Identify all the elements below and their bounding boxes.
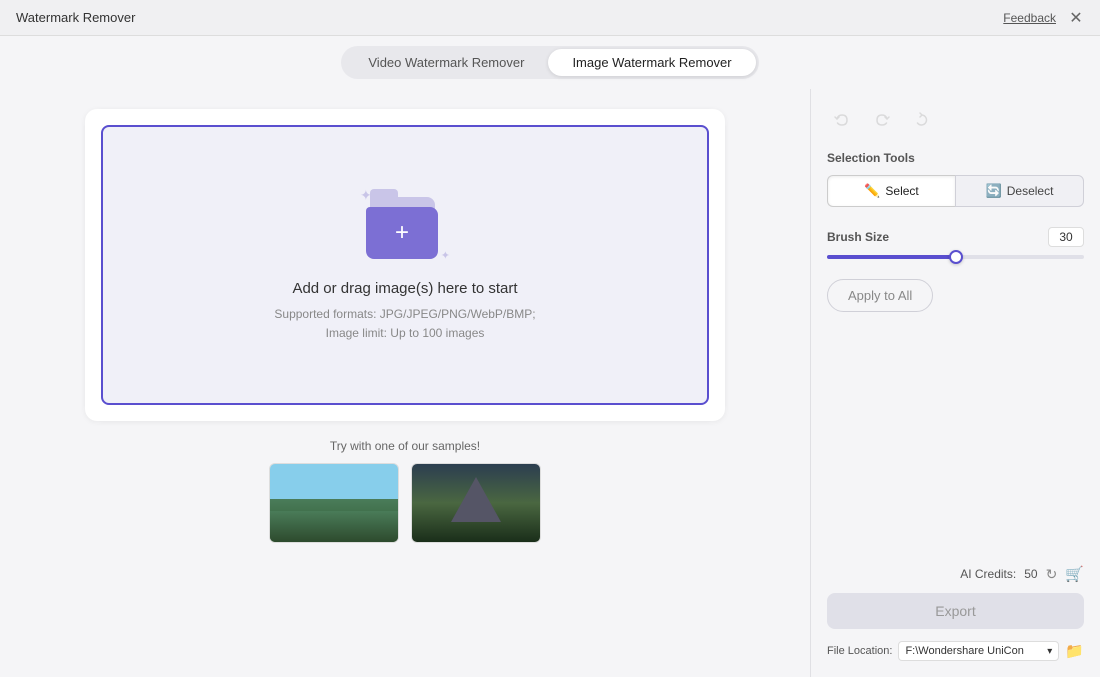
feedback-link[interactable]: Feedback [1003, 11, 1056, 25]
selection-tools-row: ✏️ Select 🔄 Deselect [827, 175, 1084, 207]
main-content: + ✦ ✦ Add or drag image(s) here to start… [0, 89, 1100, 677]
samples-title: Try with one of our samples! [85, 439, 725, 453]
close-button[interactable]: ✕ [1068, 10, 1084, 26]
deselect-button[interactable]: 🔄 Deselect [955, 175, 1084, 207]
left-panel: + ✦ ✦ Add or drag image(s) here to start… [0, 89, 810, 677]
folder-icon: + ✦ ✦ [360, 187, 450, 262]
file-location-path: F:\Wondershare UniCon [905, 645, 1023, 657]
drop-zone-title: Add or drag image(s) here to start [292, 280, 517, 297]
brush-size-value: 30 [1048, 227, 1084, 247]
right-panel: Selection Tools ✏️ Select 🔄 Deselect Bru… [810, 89, 1100, 677]
rotate-button[interactable] [907, 105, 937, 135]
cart-icon[interactable]: 🛒 [1065, 565, 1084, 583]
ai-credits-value: 50 [1024, 567, 1037, 581]
selection-tools-label: Selection Tools [827, 151, 1084, 165]
export-button[interactable]: Export [827, 593, 1084, 629]
drop-zone[interactable]: + ✦ ✦ Add or drag image(s) here to start… [101, 125, 709, 405]
undo-button[interactable] [827, 105, 857, 135]
brush-slider-thumb[interactable] [949, 250, 963, 264]
file-location-select[interactable]: F:\Wondershare UniCon ▾ [898, 641, 1059, 661]
select-button[interactable]: ✏️ Select [827, 175, 955, 207]
toolbar-row [827, 105, 1084, 135]
app-title: Watermark Remover [16, 10, 135, 25]
bottom-section: AI Credits: 50 ↻ 🛒 Export File Location:… [827, 565, 1084, 661]
brush-slider[interactable] [827, 255, 1084, 259]
sparkle-icon-br: ✦ [441, 249, 450, 262]
tab-bar: Video Watermark Remover Image Watermark … [0, 36, 1100, 89]
drop-zone-subtitle: Supported formats: JPG/JPEG/PNG/WebP/BMP… [274, 305, 535, 343]
brush-icon: ✏️ [864, 183, 880, 199]
folder-front: + [366, 207, 438, 259]
sparkle-icon-tl: ✦ [360, 187, 372, 204]
file-location-row: File Location: F:\Wondershare UniCon ▾ 📁 [827, 641, 1084, 661]
drop-zone-wrapper: + ✦ ✦ Add or drag image(s) here to start… [85, 109, 725, 421]
ai-credits-label: AI Credits: [960, 567, 1016, 581]
brush-slider-wrapper[interactable] [827, 255, 1084, 259]
folder-plus-icon: + [395, 221, 409, 245]
eraser-icon: 🔄 [986, 183, 1002, 199]
samples-section: Try with one of our samples! [85, 439, 725, 543]
title-bar-actions: Feedback ✕ [1003, 10, 1084, 26]
samples-row [85, 463, 725, 543]
tab-video[interactable]: Video Watermark Remover [344, 49, 548, 76]
sample-image-1[interactable] [269, 463, 399, 543]
ai-credits-row: AI Credits: 50 ↻ 🛒 [827, 565, 1084, 583]
redo-button[interactable] [867, 105, 897, 135]
brush-size-label: Brush Size [827, 230, 889, 244]
file-location-label: File Location: [827, 645, 892, 657]
folder-open-icon[interactable]: 📁 [1065, 642, 1084, 660]
chevron-down-icon: ▾ [1047, 646, 1052, 657]
sample-image-2[interactable] [411, 463, 541, 543]
tab-image[interactable]: Image Watermark Remover [548, 49, 755, 76]
apply-to-all-button[interactable]: Apply to All [827, 279, 933, 312]
title-bar: Watermark Remover Feedback ✕ [0, 0, 1100, 36]
refresh-icon[interactable]: ↻ [1046, 566, 1058, 583]
tab-container: Video Watermark Remover Image Watermark … [341, 46, 758, 79]
brush-size-row: Brush Size 30 [827, 227, 1084, 247]
